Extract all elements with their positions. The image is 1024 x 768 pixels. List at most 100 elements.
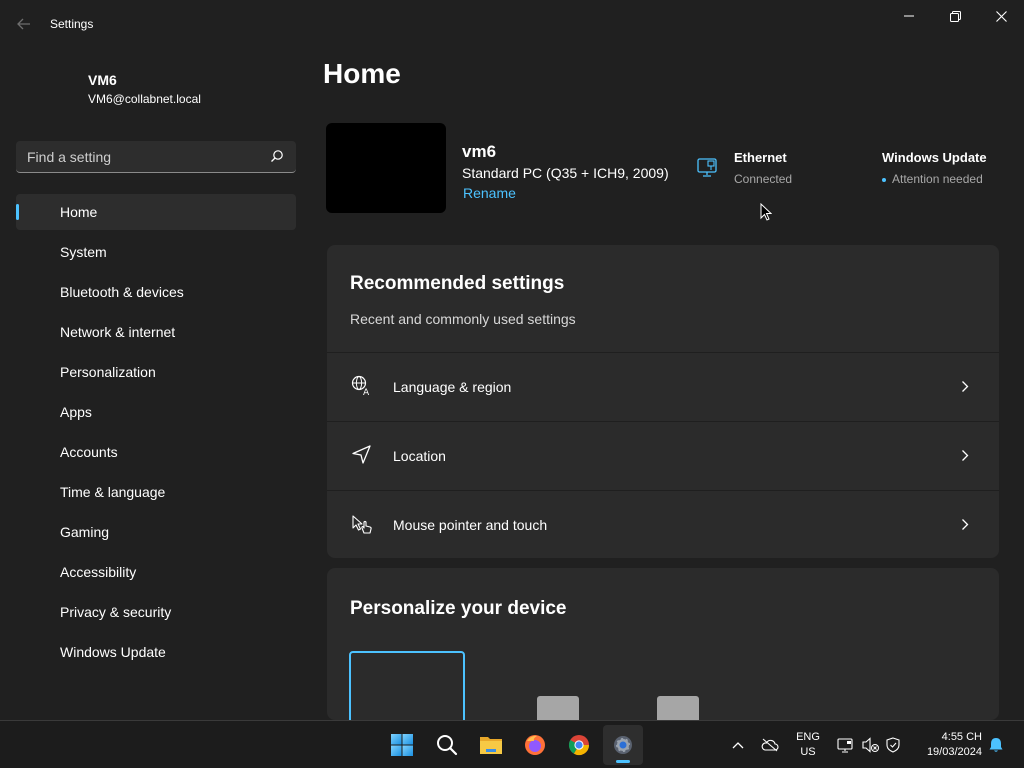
ethernet-monitor-icon [697, 158, 717, 177]
volume-muted-icon [862, 737, 879, 753]
sidebar-item-privacy-security[interactable]: Privacy & security [16, 594, 296, 630]
windows-update-status: Attention needed [882, 172, 983, 186]
clock-time: 4:55 CH [941, 731, 982, 743]
location-arrow-icon [352, 445, 371, 464]
theme-thumbnail-selected[interactable] [349, 651, 465, 720]
sidebar-item-label: Bluetooth & devices [60, 284, 184, 300]
ethernet-title[interactable]: Ethernet [734, 150, 787, 165]
chrome-button[interactable] [559, 725, 599, 765]
device-model: Standard PC (Q35 + ICH9, 2009) [462, 165, 669, 181]
chevron-right-icon [962, 450, 969, 461]
close-button[interactable] [978, 0, 1024, 32]
chevron-up-icon [732, 742, 744, 749]
back-arrow-icon [17, 18, 30, 30]
minimize-button[interactable] [886, 0, 932, 32]
sidebar-item-network-internet[interactable]: Network & internet [16, 314, 296, 350]
app-title: Settings [50, 17, 94, 31]
start-button[interactable] [382, 725, 422, 765]
taskbar-search-button[interactable] [427, 725, 467, 765]
search-icon[interactable] [270, 149, 284, 163]
firefox-icon [525, 735, 545, 755]
sidebar-item-label: Time & language [60, 484, 166, 500]
recommended-item-label: Mouse pointer and touch [393, 516, 548, 533]
sidebar-item-label: Gaming [60, 524, 110, 540]
minimize-icon [904, 15, 914, 17]
title-bar: Settings [0, 0, 1024, 48]
notifications-button[interactable] [986, 735, 1006, 755]
sidebar-item-time-language[interactable]: Time & language [16, 474, 296, 510]
sidebar-item-label: Personalization [60, 364, 156, 380]
restore-icon [949, 10, 961, 22]
recommended-item-location[interactable]: Location [327, 421, 999, 489]
sidebar-item-system[interactable]: System [16, 234, 296, 270]
recommended-item-language-region[interactable]: A Language & region [327, 352, 999, 420]
active-app-indicator [616, 760, 630, 763]
sidebar-nav: Home System Bluetooth & devices Network … [16, 194, 296, 674]
search-input[interactable] [16, 141, 266, 172]
sidebar-item-accessibility[interactable]: Accessibility [16, 554, 296, 590]
restore-button[interactable] [932, 0, 978, 32]
onedrive-cloud-offline-icon [761, 738, 779, 752]
sidebar-item-personalization[interactable]: Personalization [16, 354, 296, 390]
firefox-button[interactable] [515, 725, 555, 765]
sidebar-item-accounts[interactable]: Accounts [16, 434, 296, 470]
back-button[interactable] [10, 12, 38, 36]
sidebar-item-apps[interactable]: Apps [16, 394, 296, 430]
close-icon [995, 10, 1007, 22]
onedrive-tray-button[interactable] [760, 735, 780, 755]
search-icon [437, 735, 458, 756]
volume-tray-button[interactable] [861, 735, 881, 755]
chevron-right-icon [962, 381, 969, 392]
recommended-subtitle: Recent and commonly used settings [350, 311, 576, 327]
region-code: US [800, 746, 816, 758]
recommended-item-label: Language & region [393, 378, 512, 395]
windows-update-status-text: Attention needed [892, 172, 983, 186]
windows-start-icon [391, 734, 413, 756]
sidebar-item-bluetooth-devices[interactable]: Bluetooth & devices [16, 274, 296, 310]
sidebar-item-home[interactable]: Home [16, 194, 296, 230]
security-tray-button[interactable] [885, 735, 905, 755]
chrome-icon [568, 735, 590, 756]
device-name: vm6 [462, 142, 497, 161]
sidebar-item-windows-update[interactable]: Windows Update [16, 634, 296, 670]
account-name: VM6 [88, 72, 117, 88]
language-icon: A [351, 375, 370, 397]
sidebar-item-label: Privacy & security [60, 604, 172, 620]
sidebar-item-label: Home [60, 204, 98, 220]
notification-bell-icon [989, 738, 1003, 752]
sidebar-item-label: Accessibility [60, 564, 137, 580]
mouse-pointer-touch-icon [352, 515, 372, 534]
theme-thumbnail[interactable] [657, 696, 699, 720]
recommended-item-mouse-pointer-touch[interactable]: Mouse pointer and touch [327, 490, 999, 558]
taskbar: ENG US 4:55 CH 19/03/2024 [0, 720, 1024, 768]
input-language-indicator[interactable]: ENG US [793, 730, 823, 760]
search-box[interactable] [16, 141, 296, 173]
clock-date: 19/03/2024 [926, 746, 982, 758]
network-monitor-icon [837, 738, 853, 753]
account-info[interactable]: VM6 VM6@collabnet.local [88, 72, 201, 106]
status-dot-icon [882, 177, 886, 182]
sidebar-item-label: System [60, 244, 107, 260]
mouse-cursor-icon [760, 203, 772, 221]
device-thumbnail [326, 123, 446, 213]
sidebar-item-label: Apps [60, 404, 92, 420]
windows-update-title[interactable]: Windows Update [882, 150, 987, 165]
personalize-card: Personalize your device [327, 568, 999, 720]
settings-taskbar-button[interactable] [603, 725, 643, 765]
theme-thumbnail[interactable] [537, 696, 579, 720]
sidebar-item-label: Windows Update [60, 644, 166, 660]
rename-link[interactable]: Rename [463, 185, 516, 201]
account-email: VM6@collabnet.local [88, 92, 201, 106]
ethernet-status: Connected [734, 172, 793, 186]
sidebar-item-gaming[interactable]: Gaming [16, 514, 296, 550]
settings-gear-icon [614, 736, 632, 754]
taskbar-clock[interactable]: 4:55 CH 19/03/2024 [912, 730, 982, 760]
file-explorer-button[interactable] [471, 725, 511, 765]
sidebar-item-label: Network & internet [60, 324, 176, 340]
shield-warning-icon [886, 737, 900, 753]
network-tray-button[interactable] [836, 735, 856, 755]
file-explorer-icon [480, 737, 502, 754]
show-hidden-icons-button[interactable] [728, 735, 748, 755]
language-code: ENG [796, 731, 820, 743]
sidebar-item-label: Accounts [60, 444, 118, 460]
